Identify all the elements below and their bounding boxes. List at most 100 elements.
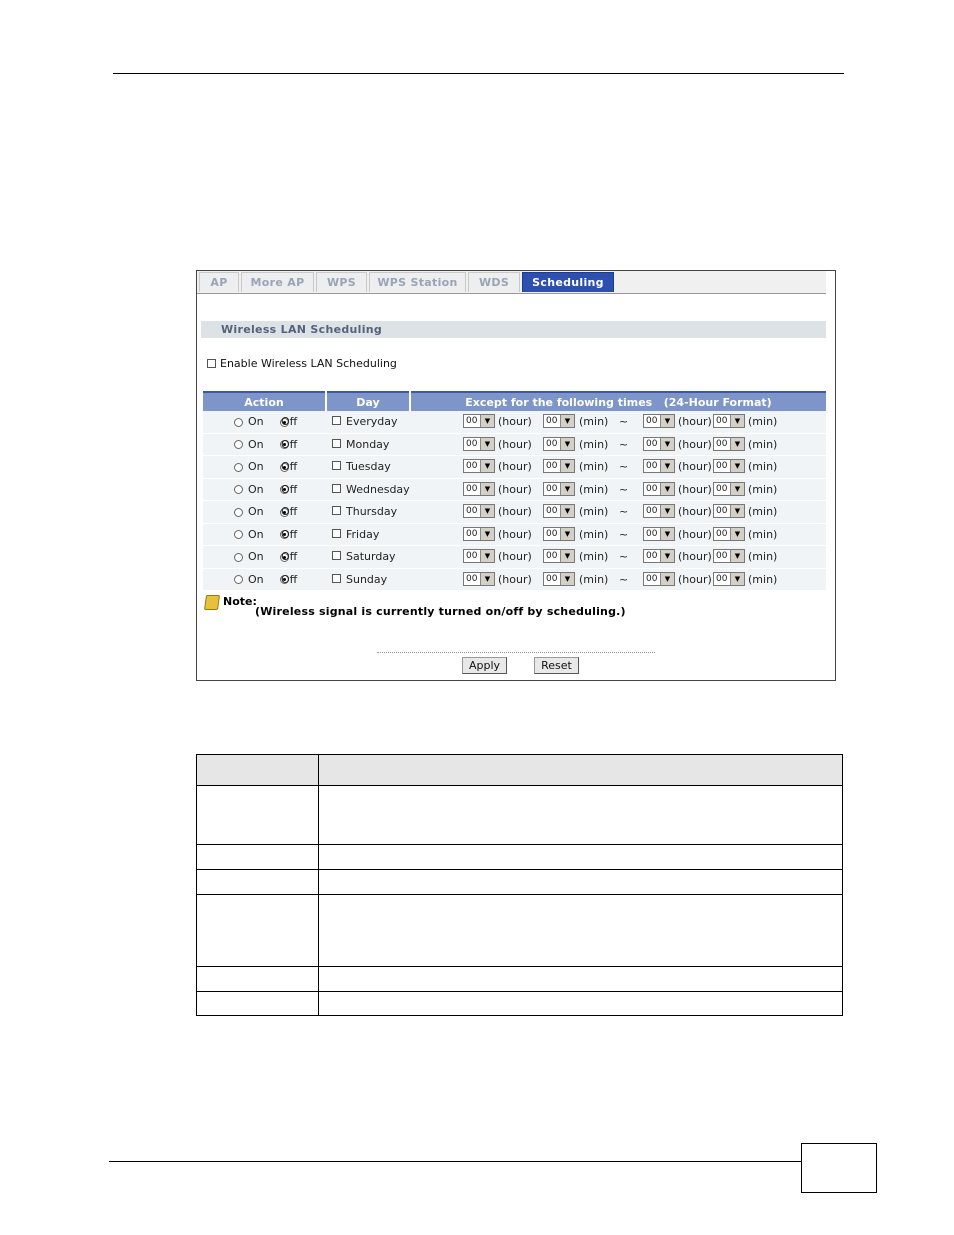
day-checkbox[interactable] <box>332 438 341 448</box>
dropdown-arrow-icon: ▼ <box>480 572 494 585</box>
description-row <box>197 967 842 992</box>
start-hour-select[interactable]: 00 ▼ <box>463 414 495 428</box>
end-min-select[interactable]: 00 ▼ <box>713 436 745 451</box>
dropdown-arrow-icon: ▼ <box>660 527 674 540</box>
dropdown-arrow-icon: ▼ <box>660 572 674 585</box>
tab-ap[interactable]: AP <box>199 272 239 292</box>
end-hour-select[interactable]: 00 ▼ <box>643 459 675 473</box>
end-min-select[interactable]: 00 ▼ <box>713 414 745 428</box>
schedule-row: On Off Saturday 00 ▼ (hour) 00 ▼ (min) ~ 0… <box>203 546 826 569</box>
min-unit: (min) <box>748 460 778 473</box>
start-min-select[interactable]: 00 ▼ <box>543 459 575 473</box>
hour-unit: (hour) <box>498 527 532 541</box>
tab-more-ap[interactable]: More AP <box>241 272 314 292</box>
start-hour-select[interactable]: 00 ▼ <box>463 526 495 541</box>
schedule-row: On Off Monday 00 ▼ (hour) 00 ▼ (min) ~ 00 ▼… <box>203 433 826 456</box>
min-unit: (min) <box>748 550 778 563</box>
dropdown-arrow-icon: ▼ <box>560 437 574 450</box>
start-min-select[interactable]: 00 ▼ <box>543 571 575 586</box>
start-min-select[interactable]: 00 ▼ <box>543 414 575 428</box>
start-hour-select[interactable]: 00 ▼ <box>463 549 495 563</box>
hour-unit: (hour) <box>678 415 712 428</box>
end-min-select[interactable]: 00 ▼ <box>713 526 745 541</box>
on-label: On <box>248 550 264 563</box>
dropdown-arrow-icon: ▼ <box>560 460 574 472</box>
day-label: Monday <box>346 437 390 451</box>
start-min-select[interactable]: 00 ▼ <box>543 549 575 563</box>
header-times: Except for the following times (24-Hour … <box>411 391 826 411</box>
day-checkbox[interactable] <box>332 573 341 583</box>
end-min-select[interactable]: 00 ▼ <box>713 481 745 496</box>
note: Note: <box>203 595 257 610</box>
tab-scheduling[interactable]: Scheduling <box>522 272 614 292</box>
start-min-select[interactable]: 00 ▼ <box>543 481 575 496</box>
day-checkbox[interactable] <box>332 528 341 538</box>
end-hour-select[interactable]: 00 ▼ <box>643 436 675 451</box>
schedule-header: Action Day Except for the following time… <box>203 391 826 411</box>
hour-unit: (hour) <box>498 572 532 586</box>
dropdown-arrow-icon: ▼ <box>560 527 574 540</box>
start-hour-select[interactable]: 00 ▼ <box>463 436 495 451</box>
day-label: Everyday <box>346 415 398 428</box>
dropdown-arrow-icon: ▼ <box>660 550 674 562</box>
schedule-row: On Off Wednesday 00 ▼ (hour) 00 ▼ (min) ~ … <box>203 478 826 501</box>
action-on-radio[interactable] <box>234 552 243 562</box>
end-min-select[interactable]: 00 ▼ <box>713 549 745 563</box>
reset-button[interactable]: Reset <box>534 657 579 674</box>
action-on-radio[interactable] <box>234 530 243 539</box>
start-hour-select[interactable]: 00 ▼ <box>463 504 495 518</box>
range-tilde: ~ <box>619 482 629 496</box>
start-min-select[interactable]: 00 ▼ <box>543 504 575 518</box>
day-checkbox[interactable] <box>332 416 341 425</box>
start-min-select[interactable]: 00 ▼ <box>543 436 575 451</box>
end-hour-select[interactable]: 00 ▼ <box>643 526 675 541</box>
end-hour-select[interactable]: 00 ▼ <box>643 571 675 586</box>
day-checkbox[interactable] <box>332 506 341 515</box>
dropdown-arrow-icon: ▼ <box>480 550 494 562</box>
tab-wds[interactable]: WDS <box>468 272 520 292</box>
min-unit: (min) <box>579 460 609 473</box>
dropdown-arrow-icon: ▼ <box>730 550 744 562</box>
action-on-radio[interactable] <box>234 440 243 449</box>
start-hour-select[interactable]: 00 ▼ <box>463 481 495 496</box>
on-label: On <box>248 437 264 451</box>
end-hour-select[interactable]: 00 ▼ <box>643 481 675 496</box>
action-on-radio[interactable] <box>234 507 243 517</box>
apply-button[interactable]: Apply <box>462 657 507 674</box>
end-hour-select[interactable]: 00 ▼ <box>643 504 675 518</box>
action-on-radio[interactable] <box>234 462 243 472</box>
on-label: On <box>248 527 264 541</box>
start-min-select[interactable]: 00 ▼ <box>543 526 575 541</box>
description-row <box>197 786 842 845</box>
on-label: On <box>248 572 264 586</box>
on-label: On <box>248 415 264 428</box>
min-unit: (min) <box>748 482 778 496</box>
dropdown-arrow-icon: ▼ <box>730 572 744 585</box>
hour-unit: (hour) <box>498 437 532 451</box>
action-on-radio[interactable] <box>234 575 243 584</box>
divider <box>377 652 655 653</box>
dropdown-arrow-icon: ▼ <box>560 572 574 585</box>
off-label: Off <box>281 527 298 541</box>
wireless-scheduling-screen: AP More AP WPS WPS Station WDS Schedulin… <box>196 270 836 681</box>
end-min-select[interactable]: 00 ▼ <box>713 571 745 586</box>
end-hour-select[interactable]: 00 ▼ <box>643 549 675 563</box>
day-checkbox[interactable] <box>332 483 341 493</box>
dropdown-arrow-icon: ▼ <box>560 550 574 562</box>
min-unit: (min) <box>579 572 609 586</box>
end-min-select[interactable]: 00 ▼ <box>713 504 745 518</box>
start-hour-select[interactable]: 00 ▼ <box>463 571 495 586</box>
tab-wps[interactable]: WPS <box>316 272 367 292</box>
action-on-radio[interactable] <box>234 485 243 494</box>
day-checkbox[interactable] <box>332 461 341 470</box>
start-hour-select[interactable]: 00 ▼ <box>463 459 495 473</box>
action-on-radio[interactable] <box>234 417 243 427</box>
tab-bar: AP More AP WPS WPS Station WDS Schedulin… <box>197 271 826 294</box>
day-checkbox[interactable] <box>332 551 341 560</box>
schedule-row: On Off Thursday 00 ▼ (hour) 00 ▼ (min) ~ 0… <box>203 501 826 524</box>
end-min-select[interactable]: 00 ▼ <box>713 459 745 473</box>
day-label: Friday <box>346 527 380 541</box>
end-hour-select[interactable]: 00 ▼ <box>643 414 675 428</box>
tab-wps-station[interactable]: WPS Station <box>369 272 466 292</box>
enable-scheduling-checkbox[interactable] <box>207 359 216 368</box>
